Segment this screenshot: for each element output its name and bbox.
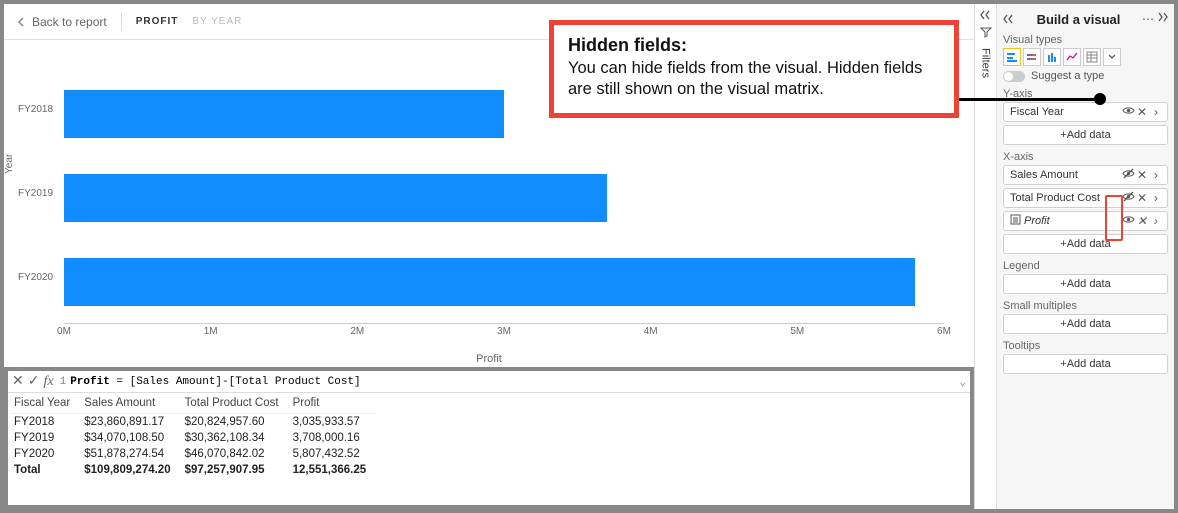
table-row[interactable]: FY2019$34,070,108.50$30,362,108.343,708,… (10, 430, 376, 446)
suggest-label: Suggest a type (1031, 70, 1104, 82)
chevron-expand-icon[interactable] (980, 10, 992, 20)
remove-icon[interactable]: ✕ (1135, 191, 1149, 205)
x-axis-label-text: X-axis (1003, 151, 1168, 163)
x-tick: 4M (644, 326, 658, 337)
expand-pane-icon[interactable] (1156, 12, 1168, 22)
column-chart-type[interactable] (1043, 48, 1061, 66)
x-tick: 2M (350, 326, 364, 337)
chevron-right-icon[interactable]: › (1149, 191, 1163, 205)
cancel-icon[interactable]: ✕ (12, 373, 24, 390)
x-axis-label: Profit (476, 353, 502, 365)
bar-row: FY2020 (64, 258, 944, 306)
y-axis-well: Y-axis Fiscal Year✕› +Add data (1003, 88, 1168, 145)
eye-icon[interactable] (1121, 104, 1135, 120)
callout-connector (959, 98, 1099, 101)
column-header[interactable]: Profit (289, 395, 377, 414)
visual-types-label: Visual types (1003, 34, 1168, 46)
table-row[interactable]: FY2018$23,860,891.17$20,824,957.603,035,… (10, 414, 376, 431)
table-total-row: Total$109,809,274.20$97,257,907.9512,551… (10, 462, 376, 478)
callout-body: You can hide fields from the visual. Hid… (568, 58, 940, 99)
fx-icon: fx (43, 374, 53, 390)
x-tick: 0M (57, 326, 71, 337)
small-multiples-well: Small multiples +Add data (1003, 300, 1168, 334)
chip-label: Sales Amount (1008, 169, 1121, 181)
visual-types-row (1003, 48, 1168, 66)
filters-label: Filters (980, 48, 992, 78)
formula-name: Profit (70, 376, 110, 388)
bar-category-label: FY2019 (18, 188, 53, 199)
bar[interactable] (64, 258, 915, 306)
divider (121, 13, 122, 31)
add-data-tooltips[interactable]: +Add data (1003, 354, 1168, 374)
chevron-right-icon[interactable]: › (1149, 105, 1163, 119)
add-data-legend[interactable]: +Add data (1003, 274, 1168, 294)
x-tick: 1M (204, 326, 218, 337)
bar-category-label: FY2018 (18, 104, 53, 115)
chevron-left-icon (16, 17, 26, 27)
y-axis-label: Year (4, 153, 15, 173)
chevron-right-icon[interactable]: › (1149, 168, 1163, 182)
tooltips-label: Tooltips (1003, 340, 1168, 352)
column-header[interactable]: Total Product Cost (181, 395, 289, 414)
callout-title: Hidden fields: (568, 35, 940, 56)
chip-label: Total Product Cost (1008, 192, 1121, 204)
remove-icon[interactable]: ✕ (1135, 214, 1149, 228)
bar-row: FY2019 (64, 174, 944, 222)
formula-bar[interactable]: ✕ ✓ fx 1 Profit = [Sales Amount]-[Total … (8, 371, 970, 393)
eye-off-icon[interactable] (1121, 167, 1135, 183)
expand-types-icon[interactable] (1103, 48, 1121, 66)
collapse-pane-icon[interactable] (1003, 14, 1015, 24)
remove-icon[interactable]: ✕ (1135, 168, 1149, 182)
field-chip[interactable]: Fiscal Year ✕› (1003, 102, 1168, 122)
legend-label: Legend (1003, 260, 1168, 272)
remove-icon[interactable]: ✕ (1135, 105, 1149, 119)
add-data-xaxis[interactable]: +Add data (1003, 234, 1168, 254)
chevron-down-icon[interactable]: ⌄ (959, 375, 966, 389)
bar[interactable] (64, 174, 607, 222)
bar[interactable] (64, 90, 504, 138)
filters-pane-collapsed[interactable]: Filters (974, 4, 996, 509)
x-tick: 6M (937, 326, 951, 337)
commit-icon[interactable]: ✓ (28, 373, 40, 390)
field-chip[interactable]: Total Product Cost ✕› (1003, 188, 1168, 208)
breadcrumb-by-year[interactable]: BY YEAR (192, 16, 242, 27)
breadcrumb-profit[interactable]: PROFIT (136, 16, 179, 27)
line-number: 1 (60, 376, 67, 388)
eye-icon[interactable] (1121, 213, 1135, 229)
tooltips-well: Tooltips +Add data (1003, 340, 1168, 374)
column-header[interactable]: Sales Amount (80, 395, 180, 414)
legend-well: Legend +Add data (1003, 260, 1168, 294)
callout-connector-dot (1094, 93, 1106, 105)
pane-title: Build a visual (1037, 12, 1121, 27)
data-matrix: Fiscal YearSales AmountTotal Product Cos… (10, 395, 376, 478)
column-header[interactable]: Fiscal Year (10, 395, 80, 414)
chevron-right-icon[interactable]: › (1149, 214, 1163, 228)
field-chip[interactable]: Sales Amount ✕› (1003, 165, 1168, 185)
chip-label: Profit (1022, 215, 1121, 227)
build-visual-pane: Build a visual ⋯ Visual types Suggest a … (996, 4, 1174, 509)
stacked-bar-type[interactable] (1023, 48, 1041, 66)
x-tick: 3M (497, 326, 511, 337)
bar-chart-type[interactable] (1003, 48, 1021, 66)
add-data-yaxis[interactable]: +Add data (1003, 125, 1168, 145)
formula-body: [Sales Amount]-[Total Product Cost] (130, 376, 361, 388)
table-row[interactable]: FY2020$51,878,274.54$46,070,842.025,807,… (10, 446, 376, 462)
eye-off-icon[interactable] (1121, 190, 1135, 206)
line-chart-type[interactable] (1063, 48, 1081, 66)
back-to-report-button[interactable]: Back to report (16, 15, 107, 29)
x-axis-well: X-axis Sales Amount✕›Total Product Cost✕… (1003, 151, 1168, 254)
x-tick: 5M (790, 326, 804, 337)
bar-category-label: FY2020 (18, 272, 53, 283)
annotation-callout: Hidden fields: You can hide fields from … (549, 20, 959, 118)
measure-icon (1008, 214, 1022, 228)
suggest-toggle[interactable] (1003, 71, 1025, 82)
chip-label: Fiscal Year (1008, 106, 1121, 118)
add-data-sm[interactable]: +Add data (1003, 314, 1168, 334)
back-label: Back to report (32, 15, 107, 29)
small-multiples-label: Small multiples (1003, 300, 1168, 312)
more-icon[interactable]: ⋯ (1142, 12, 1154, 26)
table-type[interactable] (1083, 48, 1101, 66)
filter-icon (980, 26, 992, 38)
field-chip[interactable]: Profit ✕› (1003, 211, 1168, 231)
